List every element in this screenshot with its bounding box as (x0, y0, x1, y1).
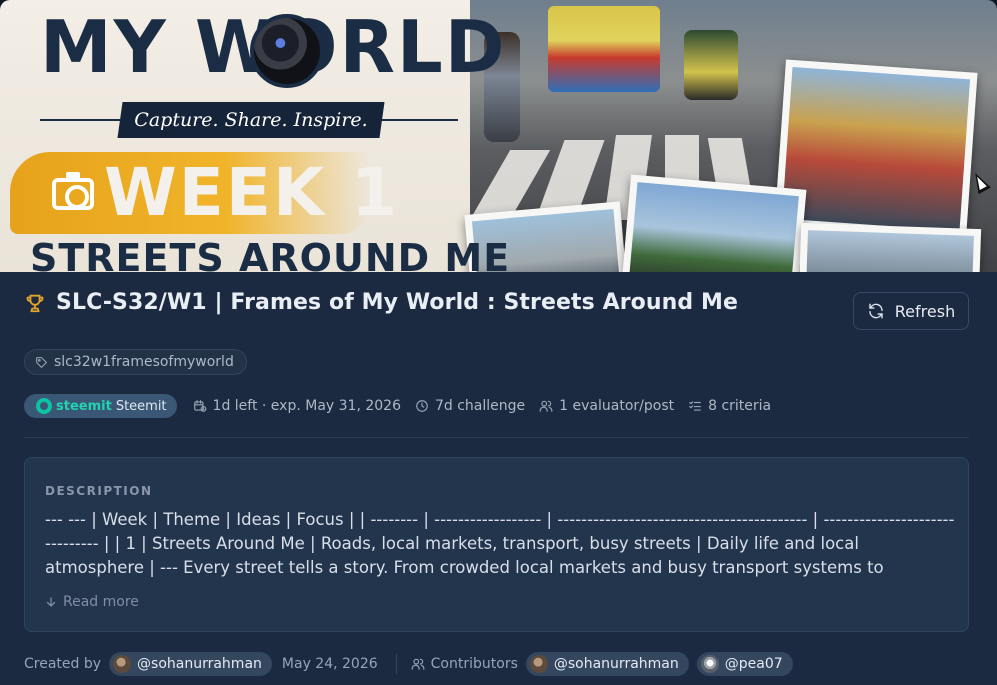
polaroid-street (798, 222, 982, 272)
trophy-icon (26, 294, 44, 312)
challenge-card: MY WORLD Capture. Share. Inspire. WEEK 1… (0, 0, 997, 685)
avatar (113, 655, 132, 673)
contributor-name: @pea07 (724, 656, 783, 672)
calendar-clock-icon (193, 400, 206, 412)
challenge-heading: SLC-S32/W1 | Frames of My World : Street… (24, 290, 738, 315)
evaluators-text: 1 evaluator/post (559, 398, 675, 414)
read-more-label: Read more (63, 594, 139, 610)
deadline-text: 1d left · exp. May 31, 2026 (212, 398, 401, 414)
platform-badge: steemit Steemit (24, 394, 177, 418)
description-heading: DESCRIPTION (45, 484, 153, 498)
polaroid-market (774, 59, 978, 239)
credits-row: Created by @sohanurrahman May 24, 2026 C… (24, 652, 793, 676)
section-divider (24, 437, 969, 438)
hashtag-pill[interactable]: slc32w1framesofmyworld (24, 349, 247, 375)
page-title: SLC-S32/W1 | Frames of My World : Street… (56, 290, 739, 315)
created-date: May 24, 2026 (281, 656, 378, 672)
description-panel: DESCRIPTION --- --- | Week | Theme | Ide… (24, 457, 969, 632)
tagline-rule-left (40, 119, 120, 121)
evaluators-meta: 1 evaluator/post (539, 398, 674, 414)
contributor-chip[interactable]: @pea07 (696, 652, 793, 676)
avatar (529, 655, 548, 673)
description-text: --- --- | Week | Theme | Ideas | Focus |… (45, 510, 955, 577)
criteria-text: 8 criteria (708, 398, 772, 414)
users-icon (539, 400, 553, 412)
checklist-icon (689, 401, 701, 411)
creator-name: @sohanurrahman (137, 656, 262, 672)
steemit-logo-icon (36, 398, 52, 414)
hashtag-label: slc32w1framesofmyworld (54, 354, 234, 370)
creator-chip[interactable]: @sohanurrahman (109, 652, 272, 676)
duration-text: 7d challenge (434, 398, 526, 414)
criteria-meta: 8 criteria (688, 398, 771, 414)
bus-figure (548, 6, 660, 92)
contributors-label-group: Contributors (411, 656, 518, 672)
camera-lens-icon (250, 14, 324, 88)
avatar (700, 655, 719, 673)
duration-meta: 7d challenge (415, 398, 525, 414)
tagline-rule-right (382, 119, 458, 121)
banner-week: WEEK 1 (104, 154, 400, 231)
camera-icon (52, 172, 94, 210)
deadline-meta: 1d left · exp. May 31, 2026 (193, 398, 401, 414)
arrow-down-icon (46, 597, 56, 607)
challenge-meta: steemit Steemit 1d left · exp. May 31, 2… (24, 394, 785, 418)
refresh-label: Refresh (894, 301, 956, 321)
footer-separator (395, 654, 397, 674)
platform-label: Steemit (115, 398, 167, 414)
read-more-link[interactable]: Read more (45, 594, 139, 610)
created-by-label: Created by (24, 656, 102, 672)
banner-image: MY WORLD Capture. Share. Inspire. WEEK 1… (0, 0, 997, 272)
contributor-name: @sohanurrahman (553, 656, 679, 672)
banner-subtitle: STREETS AROUND ME (30, 236, 511, 272)
refresh-button[interactable]: Refresh (853, 292, 969, 330)
users-icon (411, 658, 425, 670)
contributors-label: Contributors (430, 656, 518, 672)
refresh-icon (869, 303, 883, 319)
banner-tagline: Capture. Share. Inspire. (134, 109, 368, 131)
auto-rickshaw-figure (684, 30, 738, 100)
clock-icon (416, 400, 428, 412)
platform-brand: steemit (56, 398, 112, 414)
contributor-chip[interactable]: @sohanurrahman (525, 652, 689, 676)
polaroid-avenue (621, 174, 807, 272)
tag-icon (36, 356, 47, 368)
